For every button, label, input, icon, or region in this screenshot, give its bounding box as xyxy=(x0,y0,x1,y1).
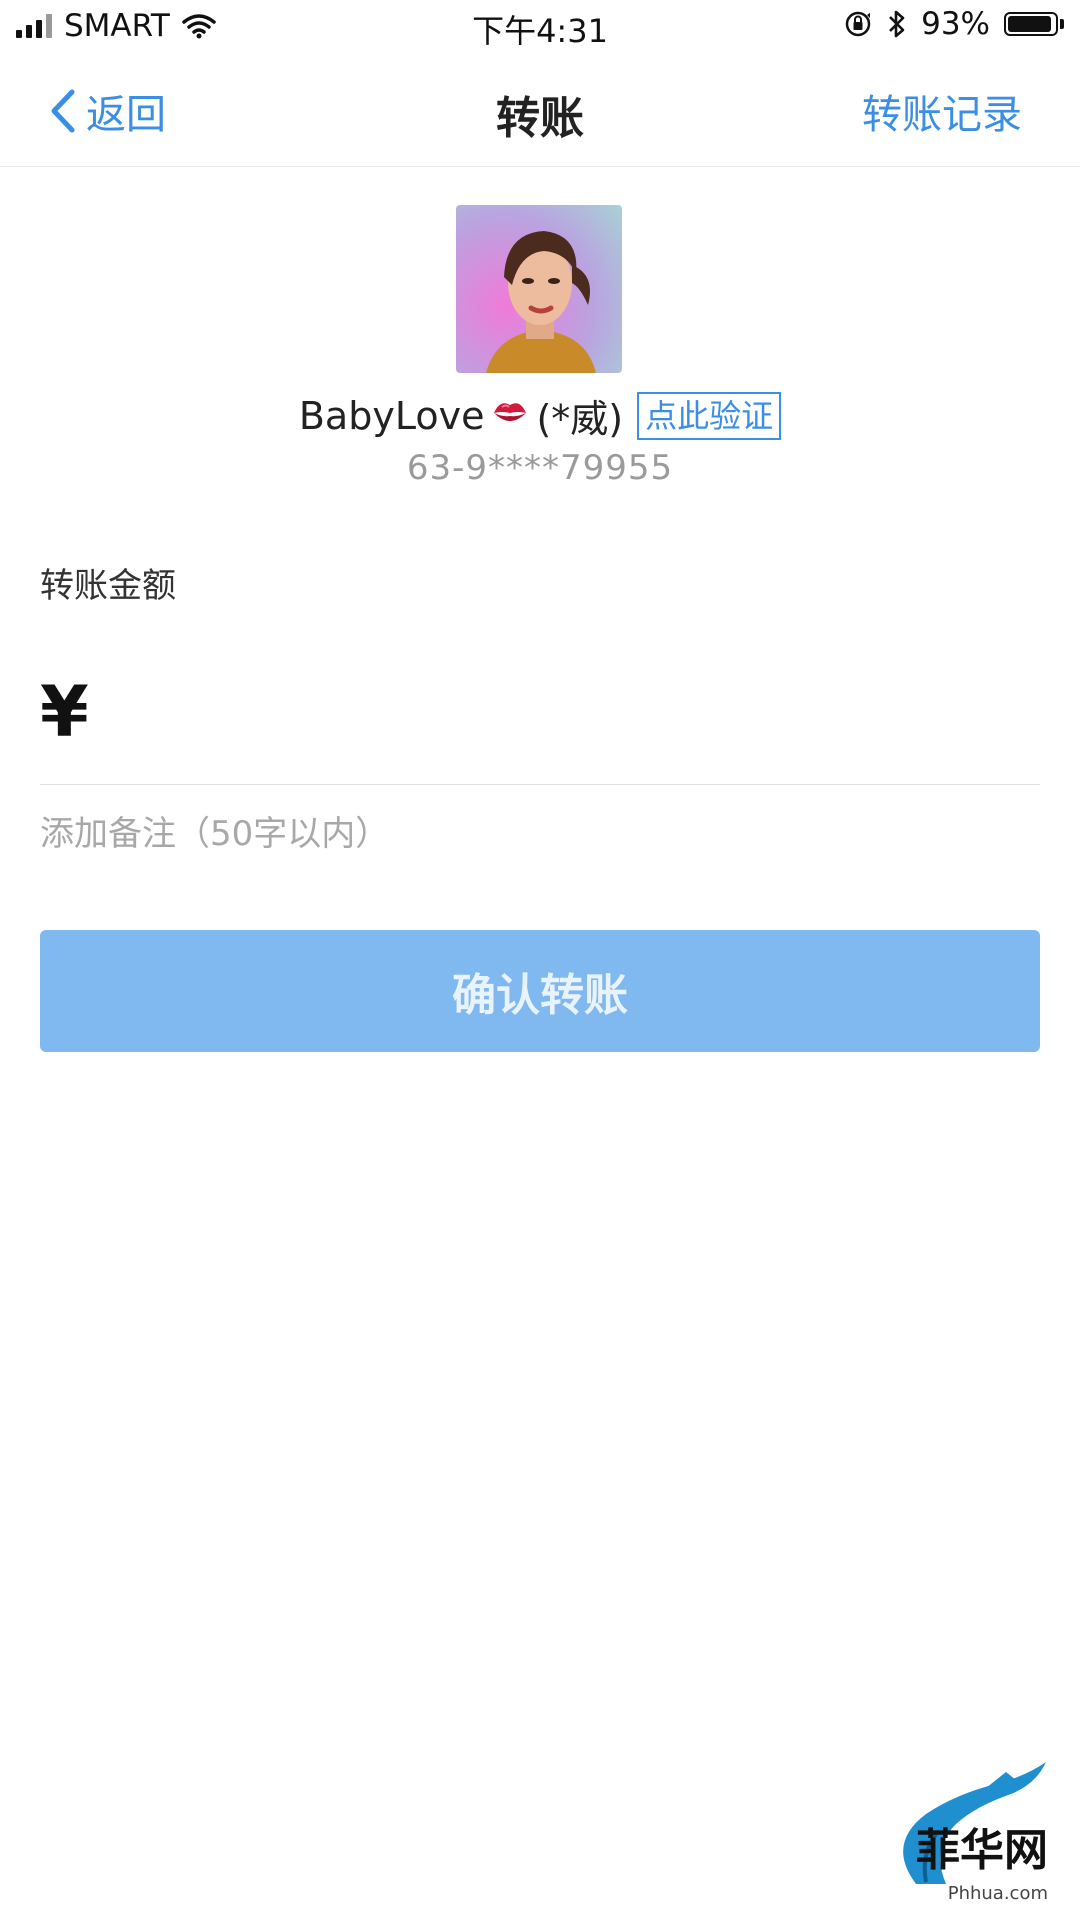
currency-symbol: ¥ xyxy=(40,671,89,753)
recipient-name-row: BabyLove (*威) 点此验证 xyxy=(0,388,1080,443)
remark-field[interactable]: 添加备注（50字以内） xyxy=(40,806,389,855)
status-right: 93% xyxy=(843,6,1064,42)
battery-percent: 93% xyxy=(921,6,990,42)
status-bar: SMART 下午4:31 93% xyxy=(0,0,1080,54)
avatar xyxy=(456,205,622,373)
kiss-mark-icon xyxy=(490,394,530,438)
battery-icon xyxy=(1004,12,1064,36)
orientation-lock-icon xyxy=(845,11,871,37)
watermark-text: 菲华网 xyxy=(916,1825,1048,1876)
recipient-name: BabyLove xyxy=(298,393,485,438)
nav-bar: 返回 转账 转账记录 xyxy=(0,54,1080,167)
watermark-logo: 菲华网 Phhua.com xyxy=(876,1754,1066,1904)
recipient-account: 63-9****79955 xyxy=(406,448,674,488)
confirm-transfer-button[interactable]: 确认转账 xyxy=(40,930,1040,1052)
bluetooth-icon xyxy=(889,10,905,38)
amount-row: ¥ xyxy=(40,660,1040,785)
verify-button[interactable]: 点此验证 xyxy=(637,391,782,440)
transfer-history-link[interactable]: 转账记录 xyxy=(862,82,1022,140)
recipient-masked-name: (*威) xyxy=(536,397,624,441)
amount-label: 转账金额 xyxy=(40,566,176,606)
watermark-subtext: Phhua.com xyxy=(947,1883,1048,1904)
amount-input[interactable] xyxy=(108,676,1040,768)
